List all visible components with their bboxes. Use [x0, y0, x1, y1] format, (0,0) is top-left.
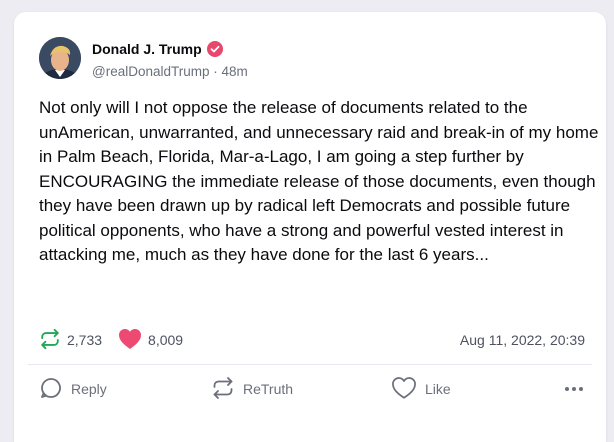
- reply-label: Reply: [71, 381, 107, 397]
- more-icon-dot: [579, 387, 583, 391]
- reply-button[interactable]: Reply: [39, 376, 211, 403]
- more-icon-dot: [572, 387, 576, 391]
- like-label: Like: [425, 381, 451, 397]
- post-timestamp[interactable]: Aug 11, 2022, 20:39: [460, 332, 585, 348]
- more-icon-dot: [565, 387, 569, 391]
- post-text: Not only will I not oppose the release o…: [39, 98, 599, 264]
- post-card: Donald J. Trump @realDonaldTrump · 48m N…: [14, 12, 606, 442]
- author-name[interactable]: Donald J. Trump: [92, 41, 202, 57]
- post-stats: 2,733 8,009 Aug 11, 2022, 20:39: [39, 328, 585, 352]
- action-bar: Reply ReTruth Like: [39, 374, 585, 404]
- handle-line: @realDonaldTrump · 48m: [92, 64, 248, 79]
- like-count: 8,009: [148, 332, 184, 348]
- separator: ·: [209, 64, 222, 79]
- retruth-icon: [39, 328, 61, 353]
- divider: [28, 364, 592, 365]
- like-button[interactable]: Like: [391, 376, 551, 403]
- author-name-row: Donald J. Trump: [92, 41, 223, 57]
- retruth-action-icon: [211, 376, 235, 403]
- retruth-label: ReTruth: [243, 381, 294, 397]
- avatar[interactable]: [39, 37, 81, 79]
- like-icon: [391, 376, 417, 403]
- verified-badge-icon: [206, 41, 223, 57]
- time-ago[interactable]: 48m: [222, 64, 248, 79]
- heart-icon: [118, 328, 142, 353]
- more-options-button[interactable]: [565, 387, 585, 391]
- retruth-button[interactable]: ReTruth: [211, 376, 391, 403]
- author-handle[interactable]: @realDonaldTrump: [92, 64, 210, 79]
- retruth-count: 2,733: [67, 332, 103, 348]
- like-count-stat[interactable]: 8,009: [118, 328, 183, 353]
- reply-icon: [39, 376, 63, 403]
- retruth-count-stat[interactable]: 2,733: [39, 328, 102, 353]
